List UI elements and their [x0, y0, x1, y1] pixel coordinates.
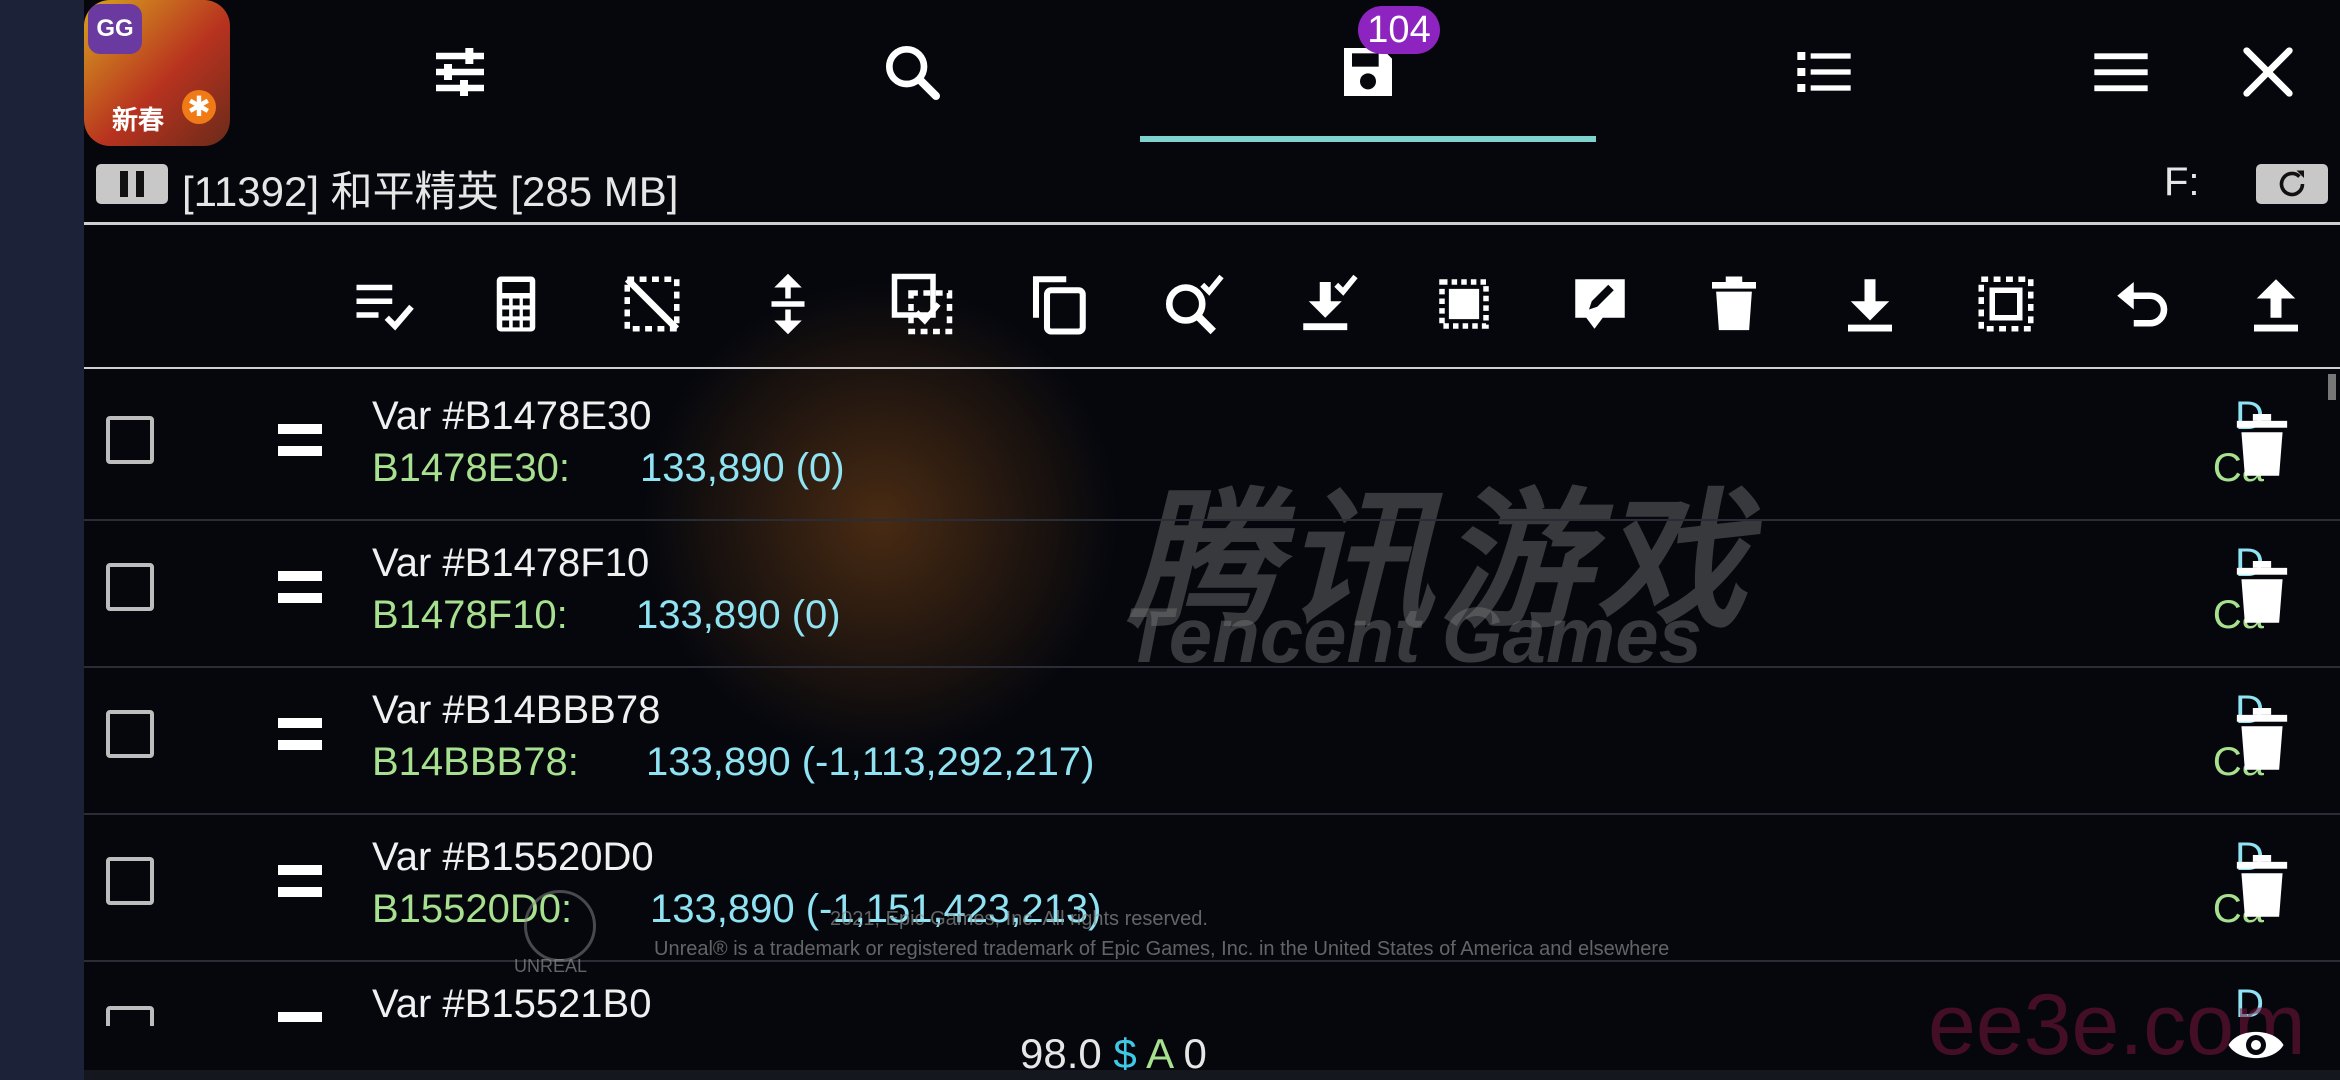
memory-chip-button[interactable]: [1422, 262, 1506, 346]
gg-logo: GG: [88, 4, 142, 54]
app-icon[interactable]: GG 新春 ✱: [84, 0, 230, 146]
select-all-icon: [356, 284, 414, 331]
sliders-icon: [436, 48, 484, 96]
select-box-button[interactable]: [1964, 262, 2048, 346]
row-checkbox[interactable]: [106, 416, 154, 464]
close-tab[interactable]: [2220, 24, 2316, 120]
copyright-line-2: Unreal® is a trademark or registered tra…: [654, 938, 1670, 960]
chip-icon: [1439, 279, 1489, 329]
search-icon: [886, 45, 940, 100]
edit-icon: [1575, 279, 1625, 329]
load-check-button[interactable]: [1286, 262, 1370, 346]
row-checkbox[interactable]: [106, 857, 154, 905]
delete-button[interactable]: [1692, 262, 1776, 346]
equals-icon: [278, 865, 322, 905]
pause-button[interactable]: [96, 164, 168, 204]
list-tab[interactable]: [1776, 24, 1872, 120]
list-item[interactable]: Var #B14BBB78 B14BBB78: 133,890 (-1,113,…: [84, 666, 2340, 815]
undo-button[interactable]: [2100, 262, 2184, 346]
menu-tab[interactable]: [2073, 24, 2169, 120]
bottom-strip: [84, 1070, 2340, 1080]
var-name: Var #B1478F10: [372, 541, 650, 585]
upload-button[interactable]: [2234, 262, 2318, 346]
calculator-button[interactable]: [474, 262, 558, 346]
row-checkbox[interactable]: [106, 563, 154, 611]
saved-list: Var #B1478E30 B1478E30: 133,890 (0) D Ca…: [84, 372, 2340, 1026]
invert-selection-button[interactable]: [610, 262, 694, 346]
refresh-icon: [2279, 170, 2305, 197]
trash-icon[interactable]: [2234, 708, 2290, 772]
top-tab-bar: [230, 0, 2340, 146]
select-all-button[interactable]: [342, 262, 426, 346]
invert-selection-icon: [624, 276, 680, 332]
process-bar: [11392] 和平精英 [285 MB] F:: [84, 154, 2340, 216]
filter-label: F:: [2164, 160, 2200, 204]
equals-icon: [278, 1012, 322, 1026]
unreal-logo: [524, 890, 596, 962]
list-item[interactable]: Var #B1478E30 B1478E30: 133,890 (0) D Ca: [84, 372, 2340, 521]
row-checkbox[interactable]: [106, 710, 154, 758]
var-address: B14BBB78:: [372, 740, 579, 784]
var-value[interactable]: 133,890 (-1,113,292,217): [646, 740, 1095, 785]
list-icon: [1797, 52, 1851, 92]
divider-top: [84, 222, 2340, 225]
saved-count-badge: 104: [1358, 6, 1440, 54]
equals-icon: [278, 718, 322, 758]
var-name: Var #B14BBB78: [372, 688, 661, 732]
edit-button[interactable]: [1558, 262, 1642, 346]
copy-button[interactable]: [1016, 262, 1100, 346]
download-icon: [1848, 279, 1892, 332]
copy-selected-icon: [891, 273, 953, 335]
calculator-icon: [496, 276, 536, 332]
trash-icon[interactable]: [2234, 561, 2290, 625]
process-label[interactable]: [11392] 和平精英 [285 MB]: [182, 158, 678, 219]
equals-icon: [278, 424, 322, 464]
load-check-icon: [1303, 274, 1358, 331]
search-tab[interactable]: [864, 24, 960, 120]
scrollbar[interactable]: [2328, 374, 2336, 400]
var-name: Var #B15521B0: [372, 982, 652, 1026]
eye-icon[interactable]: [2226, 1020, 2286, 1070]
upload-icon: [2254, 279, 2298, 332]
copyright-line-1: 2021, Epic Games, Inc. All rights reserv…: [830, 908, 1208, 930]
menu-icon: [2094, 53, 2148, 92]
var-value[interactable]: 133,890 (0): [636, 593, 841, 638]
left-background: [0, 0, 84, 1080]
var-address: B1478F10:: [372, 593, 568, 637]
select-box-icon: [1978, 276, 2034, 332]
trash-icon[interactable]: [2234, 414, 2290, 478]
action-toolbar: [84, 226, 2340, 366]
star-icon: ✱: [182, 90, 216, 124]
search-check-button[interactable]: [1152, 262, 1236, 346]
equals-icon: [278, 571, 322, 611]
settings-tab[interactable]: [412, 24, 508, 120]
row-checkbox[interactable]: [106, 1006, 154, 1026]
delete-icon: [1712, 276, 1756, 331]
copy-icon: [1032, 276, 1086, 335]
var-name: Var #B15520D0: [372, 835, 654, 879]
divider-toolbar: [84, 367, 2340, 369]
move-icon: [771, 273, 805, 335]
var-address: B1478E30:: [372, 446, 570, 490]
search-check-icon: [1165, 274, 1224, 335]
close-icon: [2243, 47, 2293, 97]
var-value[interactable]: 133,890 (0): [640, 446, 845, 491]
undo-icon: [2117, 282, 2168, 327]
var-name: Var #B1478E30: [372, 394, 652, 438]
trash-icon[interactable]: [2234, 855, 2290, 919]
download-button[interactable]: [1828, 262, 1912, 346]
refresh-button[interactable]: [2256, 164, 2328, 204]
app-icon-label: 新春: [112, 105, 165, 135]
copy-selected-button[interactable]: [880, 262, 964, 346]
unreal-label: UNREAL: [514, 956, 588, 976]
list-item[interactable]: Var #B1478F10 B1478F10: 133,890 (0) D Ca: [84, 519, 2340, 668]
active-tab-indicator: [1140, 136, 1596, 142]
move-button[interactable]: [746, 262, 830, 346]
